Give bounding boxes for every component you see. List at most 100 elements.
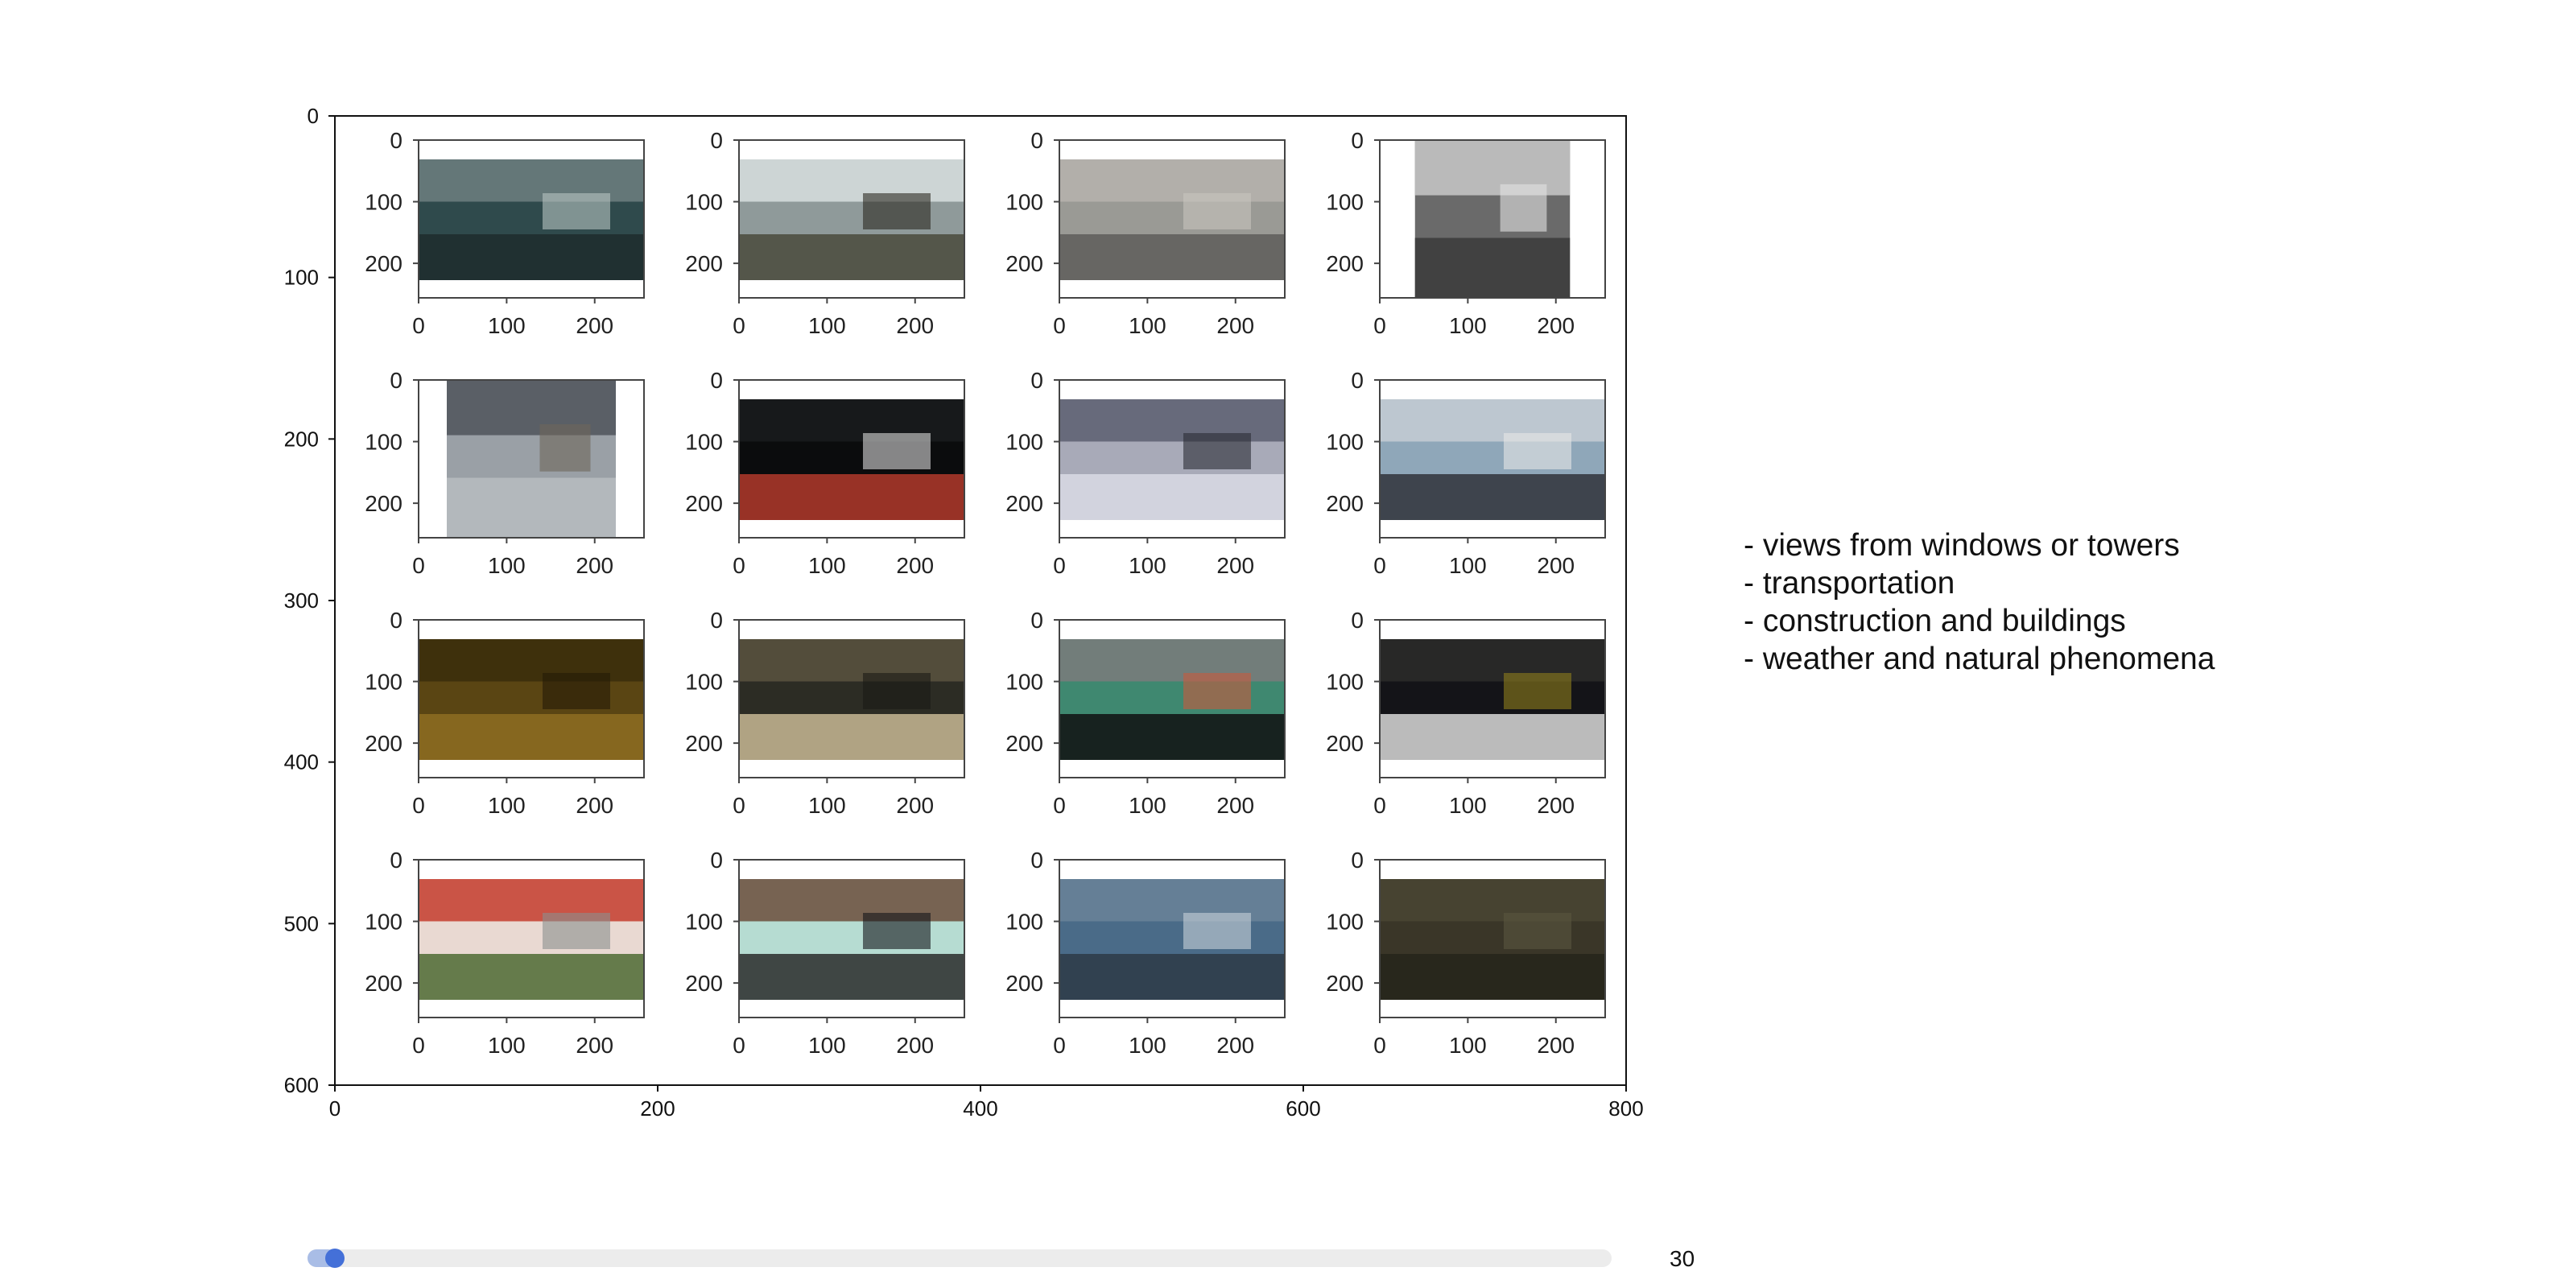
thumbnail-image [1059, 879, 1285, 1000]
thumbnail-image-detail [543, 673, 610, 709]
thumbnail-image [419, 159, 644, 280]
thumbnail-subplot: 0 100 200 0 100 200 [685, 608, 965, 818]
outer-y-tick-label: 100 [284, 266, 319, 290]
thumbnail-subplot: 0 100 200 0 100 200 [365, 608, 645, 818]
thumbnail-y-tick-label: 100 [365, 910, 402, 935]
thumbnail-x-tick-label: 0 [1053, 553, 1066, 578]
thumbnail-x-tick-label: 100 [1129, 313, 1166, 338]
thumbnail-x-tick-label: 100 [488, 553, 526, 578]
outer-y-tick-label: 400 [284, 750, 319, 774]
thumbnail-image [739, 399, 964, 520]
thumbnail-image-detail [863, 433, 931, 469]
thumbnail-subplot: 0 100 200 0 100 200 [1005, 608, 1286, 818]
thumbnail-x-tick-label: 100 [488, 793, 526, 818]
outer-y-tick-label: 500 [284, 911, 319, 935]
thumbnail-y-tick-label: 100 [1005, 910, 1043, 935]
thumbnail-y-tick-label: 0 [390, 368, 402, 393]
thumbnail-y-tick-label: 0 [1351, 368, 1364, 393]
thumbnail-subplot: 0 100 200 0 100 200 [365, 128, 645, 338]
thumbnail-subplot: 0 100 200 0 100 200 [365, 368, 645, 578]
thumbnail-image-detail [1504, 673, 1571, 709]
thumbnail-image [1380, 879, 1605, 1000]
outer-x-tick-label: 400 [963, 1096, 997, 1121]
thumbnail-y-tick-label: 200 [685, 731, 723, 756]
thumbnail-x-tick-label: 100 [1449, 793, 1487, 818]
thumbnail-x-tick-label: 0 [1373, 313, 1386, 338]
thumbnail-image [1059, 639, 1285, 760]
thumbnail-image [1380, 639, 1605, 760]
thumbnail-y-tick-label: 100 [685, 670, 723, 695]
thumbnail-subplot: 0 100 200 0 100 200 [1326, 608, 1606, 818]
thumbnail-y-tick-label: 100 [685, 190, 723, 215]
thumbnail-image-detail [539, 423, 591, 472]
thumbnail-x-tick-label: 0 [1373, 793, 1386, 818]
thumbnail-image-lower [1059, 954, 1285, 1000]
thumbnail-y-tick-label: 0 [390, 848, 402, 873]
thumbnail-y-tick-label: 0 [710, 368, 723, 393]
thumbnail-x-tick-label: 100 [1449, 553, 1487, 578]
thumbnail-image [739, 159, 964, 280]
thumbnail-y-tick-label: 100 [365, 430, 402, 455]
thumbnail-y-tick-label: 100 [1005, 430, 1043, 455]
thumbnail-x-tick-label: 0 [1053, 1033, 1066, 1058]
legend-item: - weather and natural phenomena [1744, 642, 2215, 676]
thumbnail-y-tick-label: 200 [1005, 491, 1043, 516]
thumbnail-image [1059, 399, 1285, 520]
slider-track[interactable] [308, 1249, 1612, 1267]
thumbnail-x-tick-label: 100 [808, 313, 846, 338]
thumbnail-x-tick-label: 200 [896, 1033, 934, 1058]
thumbnail-subplot: 0 100 200 0 100 200 [1005, 368, 1286, 578]
thumbnail-image-lower [1059, 234, 1285, 280]
thumbnail-subplot: 0 100 200 0 100 200 [365, 848, 645, 1058]
thumbnail-image-detail [1504, 913, 1571, 949]
thumbnail-y-tick-label: 0 [1030, 848, 1043, 873]
thumbnail-y-tick-label: 200 [685, 491, 723, 516]
thumbnail-image-lower [419, 234, 644, 280]
outer-x-tick-label: 800 [1608, 1096, 1643, 1121]
thumbnail-image [1059, 159, 1285, 280]
thumbnail-y-tick-label: 100 [1326, 910, 1364, 935]
thumbnail-grid: 0 100 200 0 100 200 0 100 200 0 100 200 0 100 200 0 100 2… [365, 128, 1606, 1058]
thumbnail-x-tick-label: 200 [1216, 313, 1254, 338]
thumbnail-image-detail [863, 673, 931, 709]
thumbnail-image-detail [1183, 673, 1251, 709]
thumbnail-subplot: 0 100 200 0 100 200 [1005, 848, 1286, 1058]
thumbnail-image-detail [1183, 913, 1251, 949]
thumbnail-x-tick-label: 0 [1373, 553, 1386, 578]
thumbnail-subplot: 0 100 200 0 100 200 [1326, 848, 1606, 1058]
thumbnail-image-lower [447, 477, 616, 538]
thumbnail-image [1380, 399, 1605, 520]
thumbnail-y-tick-label: 100 [685, 910, 723, 935]
thumbnail-image-lower [1380, 714, 1605, 760]
thumbnail-y-tick-label: 200 [1005, 731, 1043, 756]
thumbnail-x-tick-label: 0 [412, 1033, 425, 1058]
thumbnail-image-lower [1380, 954, 1605, 1000]
thumbnail-x-tick-label: 100 [1449, 313, 1487, 338]
outer-y-tick-label: 200 [284, 427, 319, 451]
thumbnail-y-tick-label: 100 [1326, 190, 1364, 215]
outer-y-tick-label: 300 [284, 588, 319, 613]
thumbnail-image-lower [419, 714, 644, 760]
thumbnail-x-tick-label: 0 [412, 793, 425, 818]
thumbnail-y-tick-label: 200 [685, 251, 723, 276]
thumbnail-y-tick-label: 0 [390, 608, 402, 633]
thumbnail-x-tick-label: 100 [488, 313, 526, 338]
thumbnail-image [419, 879, 644, 1000]
thumbnail-x-tick-label: 0 [1373, 1033, 1386, 1058]
thumbnail-y-tick-label: 0 [1351, 848, 1364, 873]
thumbnail-y-tick-label: 200 [1005, 971, 1043, 996]
thumbnail-image-detail [863, 913, 931, 949]
thumbnail-image-detail [543, 193, 610, 229]
outer-y-tick-label: 600 [284, 1073, 319, 1097]
thumbnail-image-detail [1500, 184, 1547, 232]
thumbnail-image-lower [1059, 714, 1285, 760]
thumbnail-y-tick-label: 0 [390, 128, 402, 153]
thumbnail-image-lower [739, 954, 964, 1000]
thumbnail-y-tick-label: 200 [1326, 731, 1364, 756]
thumbnail-y-tick-label: 200 [1326, 971, 1364, 996]
legend-item: - views from windows or towers [1744, 528, 2180, 563]
thumbnail-y-tick-label: 100 [685, 430, 723, 455]
thumbnail-y-tick-label: 0 [1351, 128, 1364, 153]
outer-y-tick-label: 0 [308, 104, 319, 128]
thumbnail-subplot: 0 100 200 0 100 200 [685, 368, 965, 578]
